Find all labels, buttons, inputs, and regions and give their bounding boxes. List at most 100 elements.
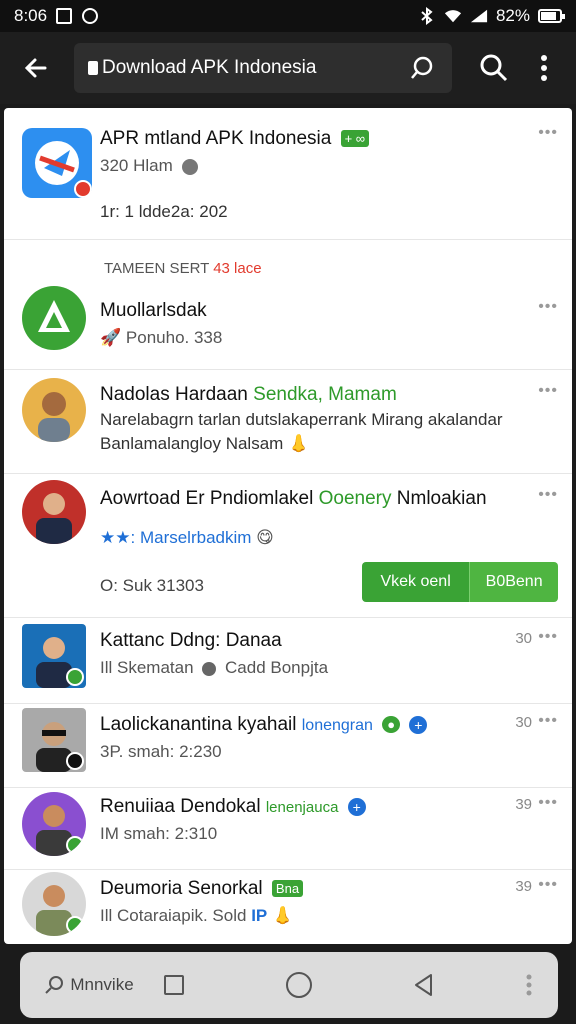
avatar [22, 624, 86, 688]
avatar [22, 480, 86, 544]
item-line-2: Narelabagrn tarlan dutslakaperrank Miran… [100, 410, 503, 429]
list-item[interactable]: Laolickanantina kyahail lonengran ● + 3P… [4, 704, 572, 788]
search-icon [480, 54, 508, 82]
app-meta: 1r: 1 ldde2a: 202 [100, 202, 228, 221]
browser-toolbar: Download APK Indonesia [0, 32, 576, 104]
home-icon [286, 972, 312, 998]
item-subtitle-accent: IP [251, 906, 268, 925]
avatar [22, 708, 86, 772]
section-label-highlight: 43 lace [213, 260, 262, 277]
list-item[interactable]: Renuiiaa Dendokal lenenjauca + IM smah: … [4, 788, 572, 870]
address-bar[interactable]: Download APK Indonesia [74, 43, 452, 93]
item-subtitle: IM smah: 2:310 [100, 824, 218, 843]
item-title: Aowrtoad Er Pndiomlakel [100, 488, 314, 509]
app-title-tag: + ∞ [340, 130, 370, 148]
app-icon [22, 286, 86, 350]
item-subtitle-tail: Cadd Bonpjta [225, 658, 329, 677]
notification-dot-icon [81, 7, 99, 25]
overflow-menu-button[interactable] [524, 48, 564, 88]
app-title: APR mtland APK Indonesia [100, 128, 332, 149]
navigation-bar: Mnnvike [20, 952, 558, 1018]
lens-search-icon[interactable] [402, 48, 442, 88]
smile-emoji-icon: 😋 [256, 528, 274, 547]
battery-percent: 82% [495, 6, 530, 25]
address-text[interactable]: Download APK Indonesia [102, 57, 402, 79]
item-subtitle: Ponuho. 338 [125, 328, 223, 347]
item-title: Deumoria Senorkal [100, 878, 263, 899]
item-time: 39 [515, 796, 532, 813]
list-item[interactable]: Deumoria Senorkal Bna Ill Cotaraiapik. S… [4, 870, 572, 944]
search-button[interactable] [474, 48, 514, 88]
more-options-icon[interactable]: ••• [538, 712, 558, 730]
item-subtitle: Ill Cotaraiapik. Sold [100, 906, 247, 925]
more-options-icon[interactable]: ••• [538, 628, 558, 646]
list-item[interactable]: Nadolas Hardaan Sendka, Mamam Narelabagr… [4, 370, 572, 474]
item-title: Kattanc Ddng: Danaa [100, 630, 282, 651]
item-time: 39 [515, 878, 532, 895]
download-button-secondary[interactable]: B0Benn [469, 562, 558, 602]
time-icon [202, 661, 217, 676]
item-title-tail: Nmloakian [396, 488, 487, 509]
back-button[interactable] [12, 44, 60, 92]
app-card[interactable]: APR mtland APK Indonesia + ∞ 320 Hlam 1r… [4, 108, 572, 240]
more-options-icon[interactable]: ••• [538, 794, 558, 812]
verified-icon [181, 158, 198, 175]
avatar [22, 792, 86, 856]
more-vert-icon [541, 55, 547, 81]
nav-search-button[interactable]: Mnnvike [34, 975, 144, 995]
section-header: TAMEEN SERT 43 lace [104, 260, 262, 277]
lock-icon [88, 61, 98, 75]
download-action-button[interactable]: Vkek oenl B0Benn [362, 562, 558, 602]
item-subtitle: 3P. smah: 2:230 [100, 742, 222, 761]
item-title-accent: Bna [271, 880, 304, 898]
item-line-3: Banlamalangloy Nalsam [100, 434, 284, 453]
more-vert-icon [526, 974, 532, 996]
avatar [22, 872, 86, 936]
results-list: APR mtland APK Indonesia + ∞ 320 Hlam 1r… [4, 108, 572, 944]
rating-stars: ★★: [100, 528, 136, 547]
app-tag-icon: ● [382, 716, 401, 734]
more-options-icon[interactable]: ••• [538, 876, 558, 894]
item-title: Renuiiaa Dendokal [100, 796, 261, 817]
add-icon[interactable]: + [347, 797, 366, 816]
hand-emoji-icon: 👃 [288, 434, 310, 453]
back-triangle-icon [415, 974, 432, 996]
item-title: Muollarlsdak [100, 300, 207, 321]
download-button-primary[interactable]: Vkek oenl [362, 562, 470, 602]
home-button[interactable] [204, 972, 394, 998]
list-item[interactable]: Muollarlsdak 🚀 Ponuho. 338 ••• [4, 278, 572, 370]
item-title-accent: Sendka, Mamam [253, 384, 397, 405]
wifi-icon [444, 7, 462, 25]
item-subtitle-accent: Marselrbadkim [139, 528, 252, 547]
more-options-icon[interactable]: ••• [538, 486, 558, 504]
back-nav-button[interactable] [394, 973, 454, 997]
search-icon [45, 976, 64, 994]
recents-icon [164, 975, 184, 995]
item-time: 30 [515, 630, 532, 647]
nav-label: Mnnvike [70, 975, 134, 994]
item-title-accent: Ooenery [318, 488, 392, 509]
add-icon[interactable]: + [409, 715, 428, 734]
more-options-icon[interactable]: ••• [538, 298, 558, 316]
nav-more-button[interactable] [514, 974, 544, 996]
status-bar: 8:06 82% [0, 0, 576, 32]
item-meta: O: Suk 31303 [100, 576, 204, 595]
recents-button[interactable] [144, 975, 204, 995]
item-title: Nadolas Hardaan [100, 384, 248, 405]
item-title: Laolickanantina kyahail [100, 714, 297, 735]
app-subtitle: 320 Hlam [100, 156, 173, 175]
hand-emoji-icon: 👃 [272, 906, 294, 925]
battery-level [541, 12, 556, 20]
item-time: 30 [515, 714, 532, 731]
app-logo [22, 128, 92, 198]
rocket-icon: 🚀 [100, 328, 122, 347]
section-label: TAMEEN SERT [104, 260, 210, 277]
signal-icon [470, 7, 488, 25]
more-options-icon[interactable]: ••• [538, 124, 558, 142]
back-arrow-icon [24, 58, 47, 78]
list-item[interactable]: Kattanc Ddng: Danaa Ill Skematan Cadd Bo… [4, 618, 572, 704]
bluetooth-icon [418, 7, 436, 25]
more-options-icon[interactable]: ••• [538, 382, 558, 400]
battery-icon [538, 9, 565, 23]
avatar [22, 378, 86, 442]
